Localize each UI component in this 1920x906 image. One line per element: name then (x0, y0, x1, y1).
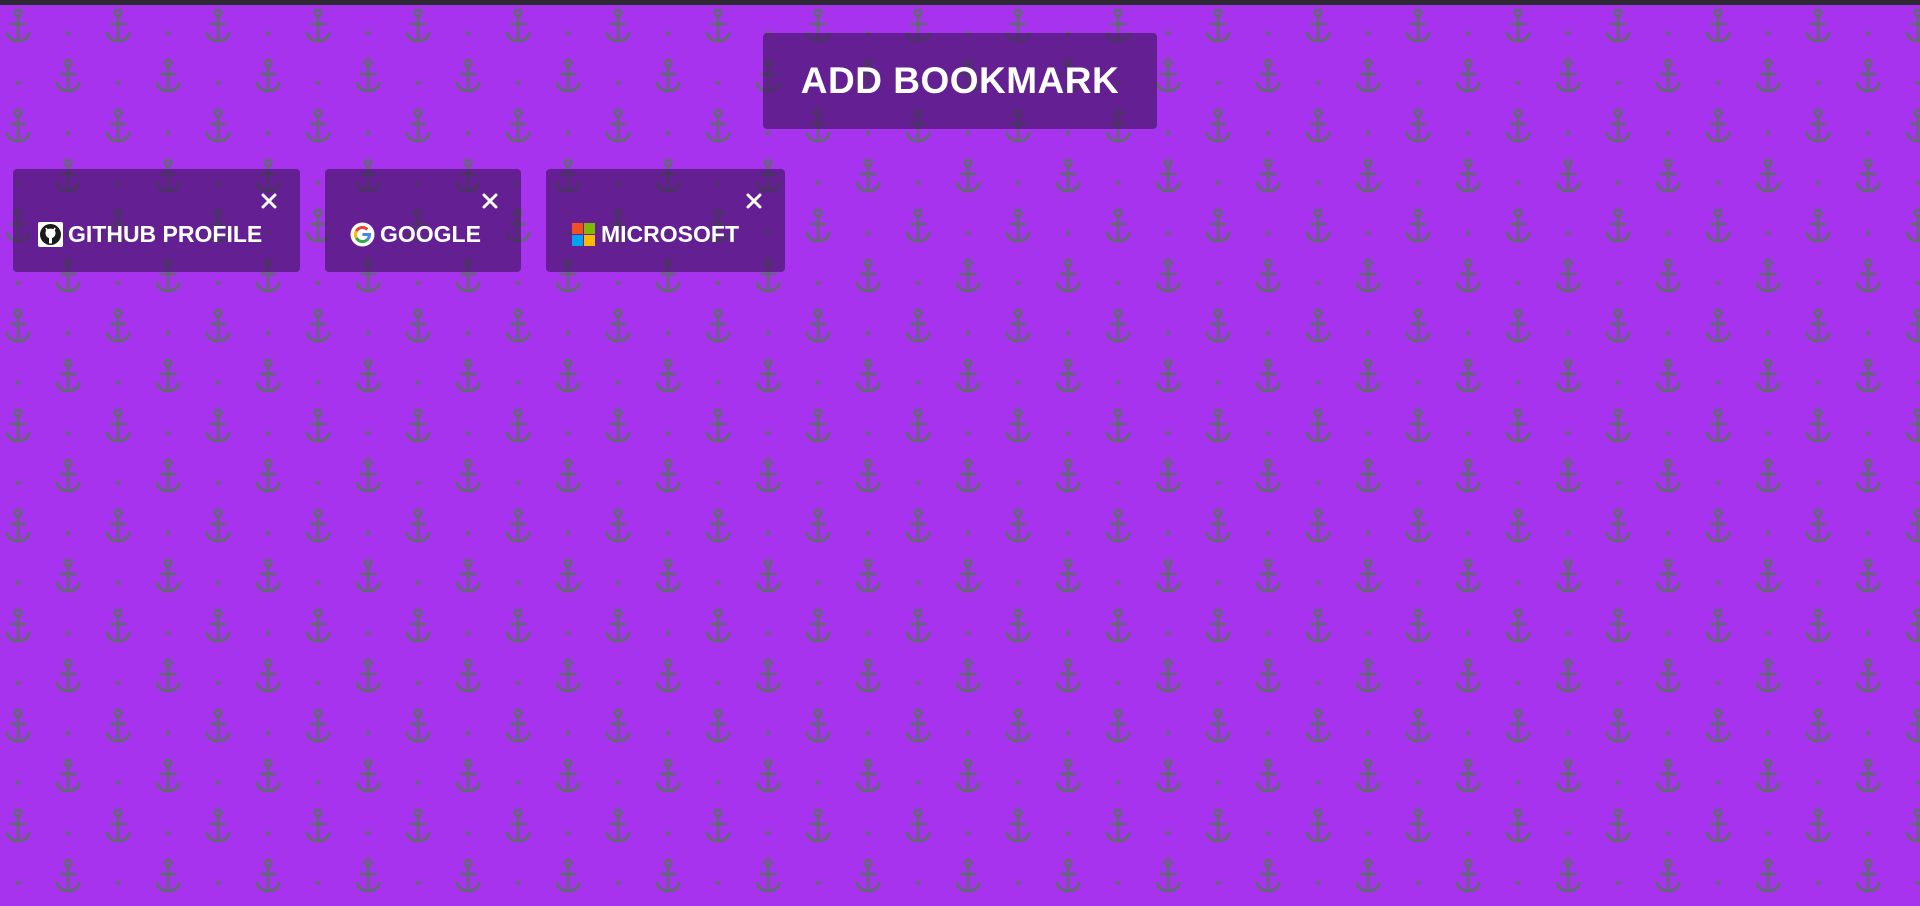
close-icon[interactable] (745, 192, 763, 210)
bookmark-card-google[interactable]: GOOGLE (325, 169, 521, 272)
bookmark-label: GOOGLE (380, 221, 481, 247)
add-bookmark-button[interactable]: ADD BOOKMARK (763, 33, 1157, 129)
microsoft-icon (572, 223, 595, 246)
github-icon (38, 222, 63, 247)
close-icon[interactable] (481, 192, 499, 210)
bookmark-card-microsoft[interactable]: MICROSOFT (546, 169, 785, 272)
bookmark-link-google[interactable]: GOOGLE (350, 221, 481, 248)
google-icon (350, 222, 375, 247)
anchor-pattern-background (0, 5, 1920, 906)
bookmark-card-github[interactable]: GITHUB PROFILE (13, 169, 300, 272)
bookmark-label: MICROSOFT (601, 221, 739, 247)
bookmark-link-github[interactable]: GITHUB PROFILE (38, 221, 262, 248)
close-icon[interactable] (260, 192, 278, 210)
bookmark-link-microsoft[interactable]: MICROSOFT (571, 221, 739, 248)
bookmark-label: GITHUB PROFILE (68, 221, 263, 247)
bookmark-list: GITHUB PROFILE GOOGLE MICROSOFT (13, 169, 785, 272)
